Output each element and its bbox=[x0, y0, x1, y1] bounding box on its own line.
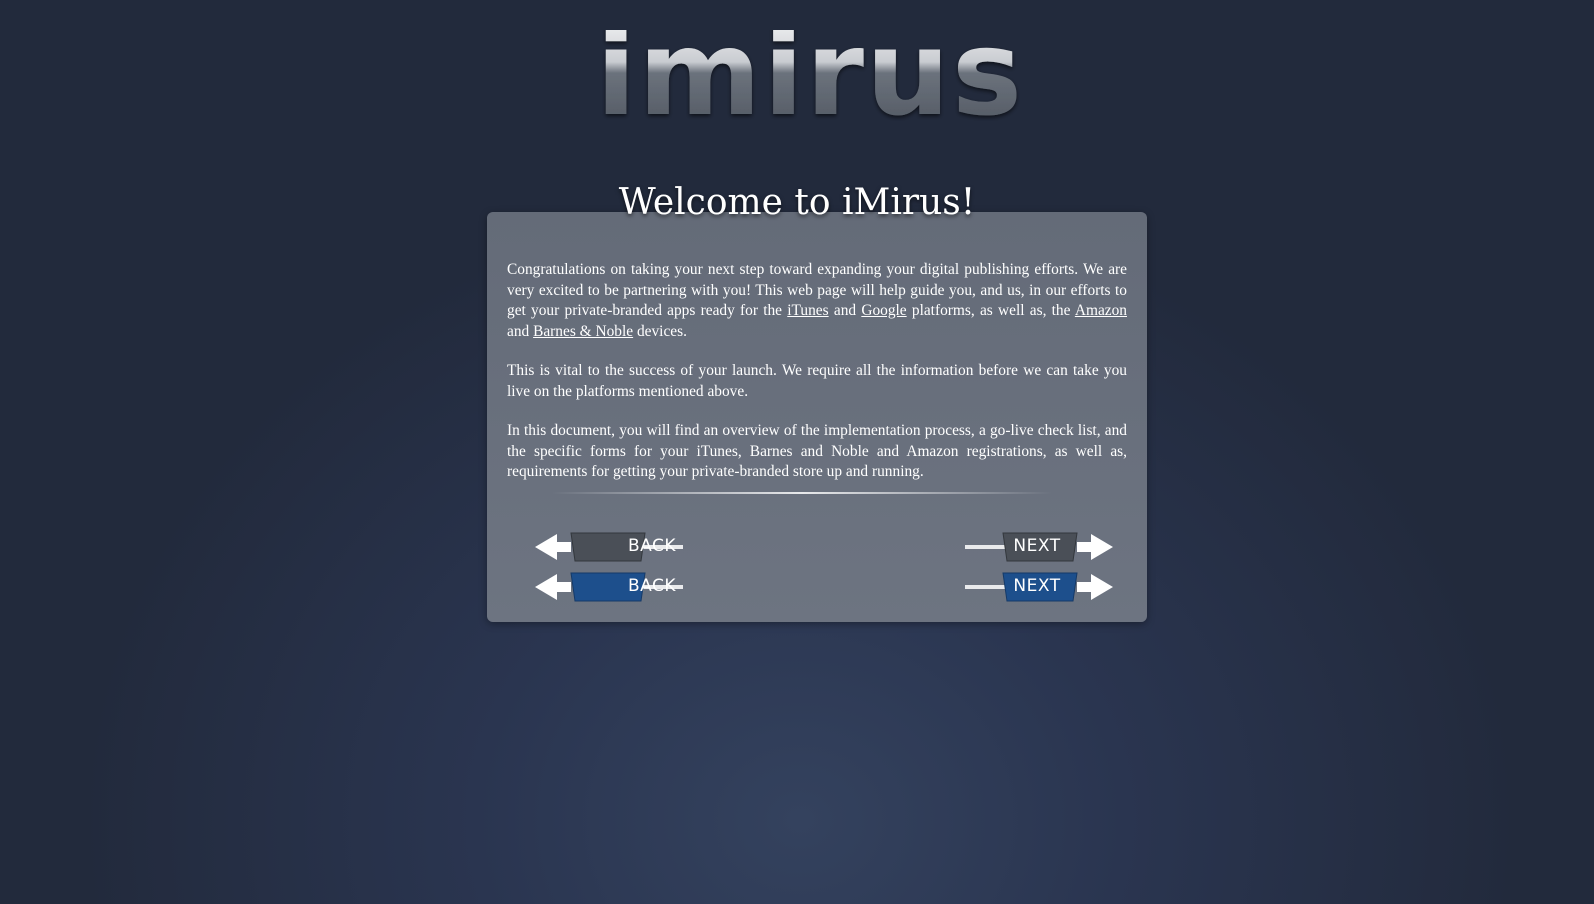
intro-text: and bbox=[507, 322, 534, 340]
welcome-panel: Congratulations on taking your next step… bbox=[487, 212, 1147, 622]
back-button[interactable]: BACK bbox=[535, 530, 685, 564]
intro-content: Congratulations on taking your next step… bbox=[507, 260, 1127, 502]
back-button-active[interactable]: BACK bbox=[535, 570, 685, 604]
next-button[interactable]: NEXT bbox=[963, 530, 1113, 564]
intro-text: devices. bbox=[633, 322, 687, 340]
intro-paragraph-3: In this document, you will find an overv… bbox=[507, 422, 1127, 480]
google-link[interactable]: Google bbox=[861, 302, 906, 319]
intro-text: and bbox=[828, 302, 862, 319]
page-title: Welcome to iMirus! bbox=[618, 182, 976, 223]
divider bbox=[552, 492, 1052, 494]
barnes-noble-link[interactable]: Barnes & Noble bbox=[533, 323, 633, 340]
amazon-link[interactable]: Amazon bbox=[1075, 302, 1127, 319]
next-label: NEXT bbox=[1013, 576, 1061, 596]
back-label: BACK bbox=[627, 536, 676, 556]
imirus-logo: imirus bbox=[600, 30, 1020, 130]
intro-paragraph-1: Congratulations on taking your next step… bbox=[507, 260, 1127, 342]
next-label: NEXT bbox=[1013, 536, 1061, 556]
intro-text: platforms, as well as, the bbox=[906, 302, 1075, 319]
intro-paragraph-2: This is vital to the success of your lau… bbox=[507, 362, 1127, 400]
back-label: BACK bbox=[627, 576, 676, 596]
next-button-active[interactable]: NEXT bbox=[963, 570, 1113, 604]
svg-text:imirus: imirus bbox=[600, 30, 1020, 130]
itunes-link[interactable]: iTunes bbox=[787, 302, 828, 319]
